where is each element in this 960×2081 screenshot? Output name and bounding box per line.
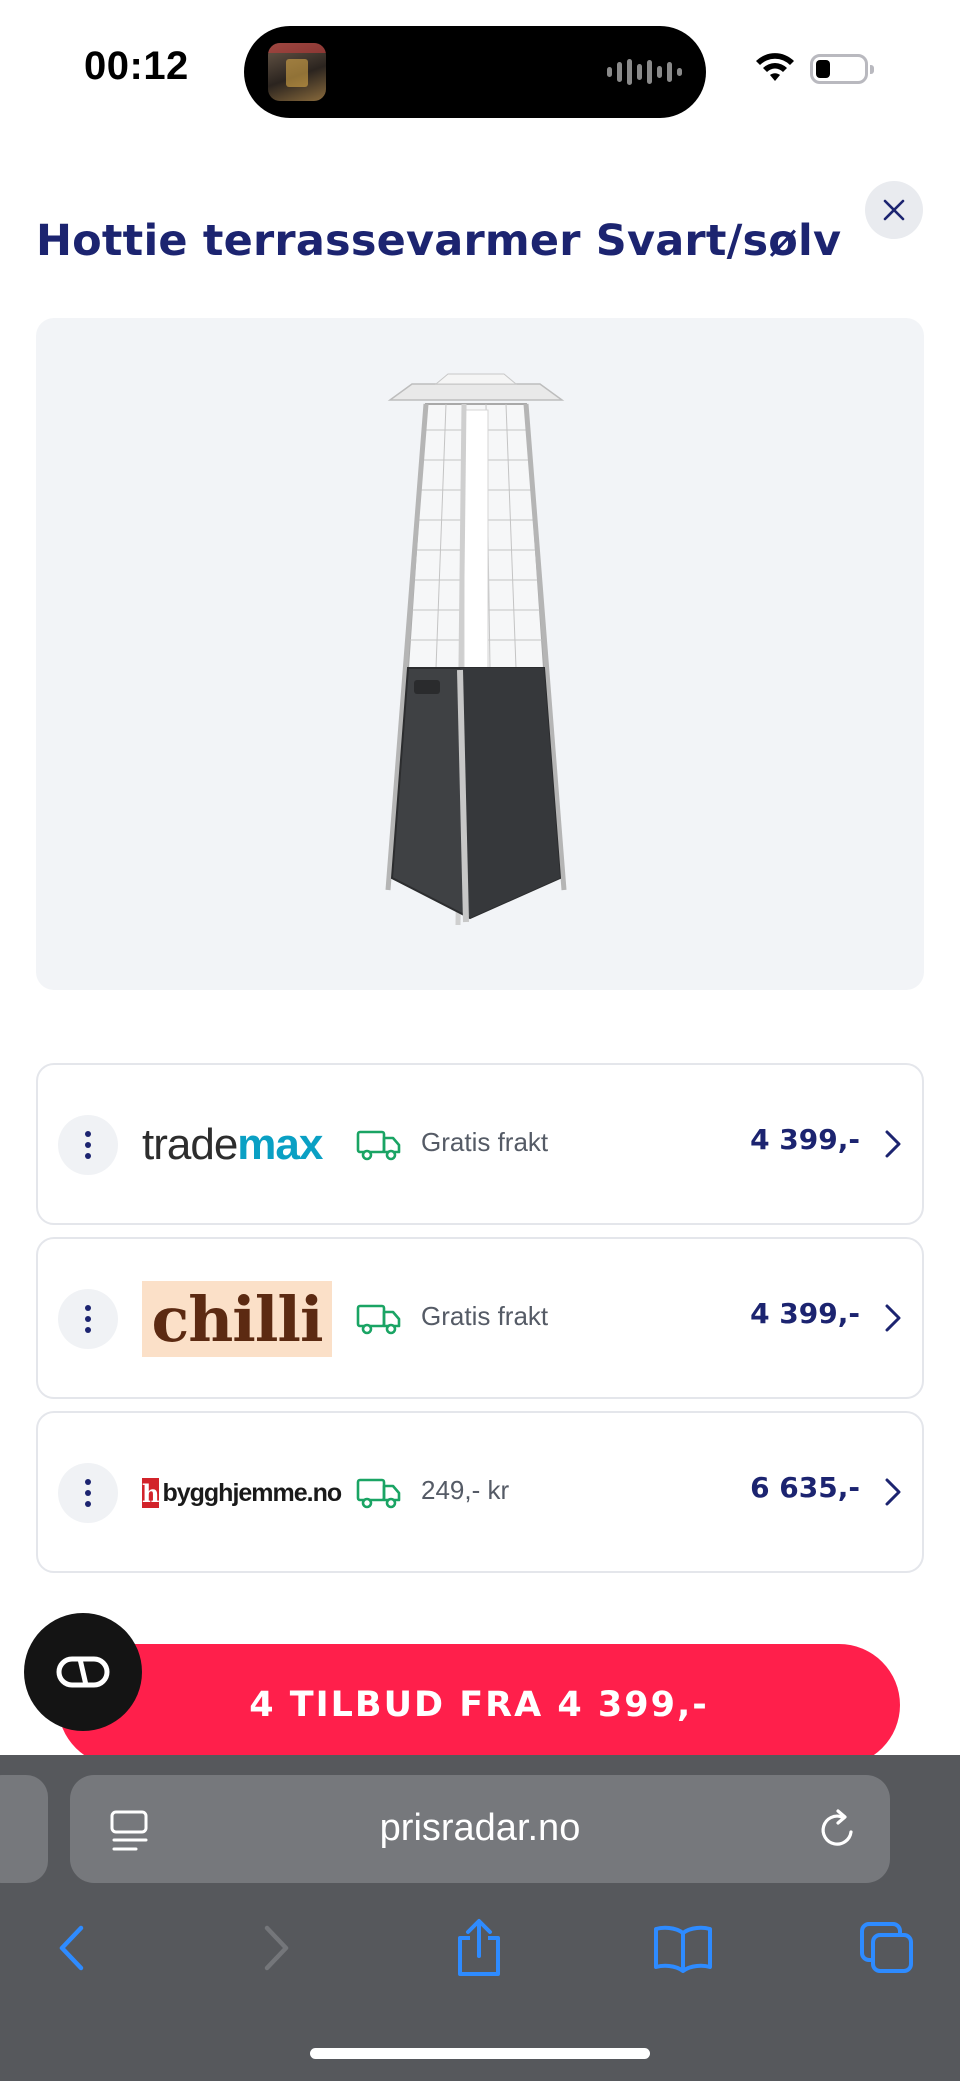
previous-tab-preview[interactable]: [0, 1775, 48, 1883]
battery-icon: [810, 54, 874, 84]
audio-waveform-icon: [607, 58, 682, 86]
shipping-info: Gratis frakt: [421, 1301, 549, 1331]
chat-button[interactable]: [24, 1613, 142, 1731]
offer-card-bygghjemme[interactable]: h bygghjemme.no 249,- kr 6 635,-: [36, 1411, 924, 1573]
chevron-left-icon: [59, 1925, 84, 1971]
patio-heater-image: [385, 373, 567, 926]
menu-dot: [85, 1327, 91, 1333]
chevron-right-icon: [885, 1130, 901, 1158]
offer-price: 4 399,-: [750, 1297, 860, 1330]
status-bar: 00:12: [0, 0, 960, 140]
chat-loop-icon: [56, 1656, 110, 1688]
menu-dot: [85, 1142, 91, 1148]
book-icon: [654, 1925, 712, 1973]
tabs-button[interactable]: [852, 1913, 922, 1983]
menu-dot: [85, 1305, 91, 1311]
offer-menu-button[interactable]: [58, 1115, 118, 1175]
close-icon: [883, 199, 905, 221]
chevron-right-icon: [885, 1304, 901, 1332]
offer-card-chilli[interactable]: chilli Gratis frakt 4 399,-: [36, 1237, 924, 1399]
reload-icon[interactable]: [818, 1809, 858, 1851]
bygghjemme-logo: h bygghjemme.no: [142, 1478, 342, 1508]
menu-dot: [85, 1490, 91, 1496]
bookmarks-button[interactable]: [648, 1913, 718, 1983]
menu-dot: [85, 1501, 91, 1507]
delivery-truck-icon: [356, 1304, 401, 1335]
dynamic-island[interactable]: [244, 26, 706, 118]
chevron-right-icon: [885, 1478, 901, 1506]
menu-dot: [85, 1153, 91, 1159]
status-time: 00:12: [84, 44, 189, 88]
shipping-info: 249,- kr: [421, 1475, 510, 1505]
close-button[interactable]: [865, 181, 923, 239]
offer-menu-button[interactable]: [58, 1463, 118, 1523]
chevron-right-icon: [264, 1925, 289, 1971]
share-icon: [458, 1919, 500, 1976]
wifi-icon: [756, 53, 794, 81]
now-playing-artwork: [268, 43, 326, 101]
trademax-logo: trade max: [142, 1120, 323, 1169]
forward-button[interactable]: [242, 1913, 312, 1983]
menu-dot: [85, 1316, 91, 1322]
address-bar[interactable]: prisradar.no: [70, 1775, 890, 1883]
url-text: prisradar.no: [379, 1807, 581, 1849]
product-title: Hottie terrassevarmer Svart/sølv: [36, 216, 842, 266]
shipping-info: Gratis frakt: [421, 1127, 549, 1157]
offer-card-trademax[interactable]: trade max Gratis frakt 4 399,-: [36, 1063, 924, 1225]
offer-price: 6 635,-: [750, 1471, 860, 1504]
tabs-icon: [860, 1922, 913, 1973]
product-image-panel[interactable]: [36, 318, 924, 990]
delivery-truck-icon: [356, 1478, 401, 1509]
browser-chrome: prisradar.no: [0, 1755, 960, 2081]
share-button[interactable]: [444, 1913, 514, 1983]
delivery-truck-icon: [356, 1130, 401, 1161]
menu-dot: [85, 1131, 91, 1137]
offer-price: 4 399,-: [750, 1123, 860, 1156]
offer-menu-button[interactable]: [58, 1289, 118, 1349]
offers-cta-button[interactable]: 4 TILBUD FRA 4 399,-: [58, 1644, 900, 1766]
menu-dot: [85, 1479, 91, 1485]
chilli-logo: chilli: [142, 1279, 332, 1359]
home-indicator[interactable]: [310, 2048, 650, 2059]
back-button[interactable]: [36, 1913, 106, 1983]
